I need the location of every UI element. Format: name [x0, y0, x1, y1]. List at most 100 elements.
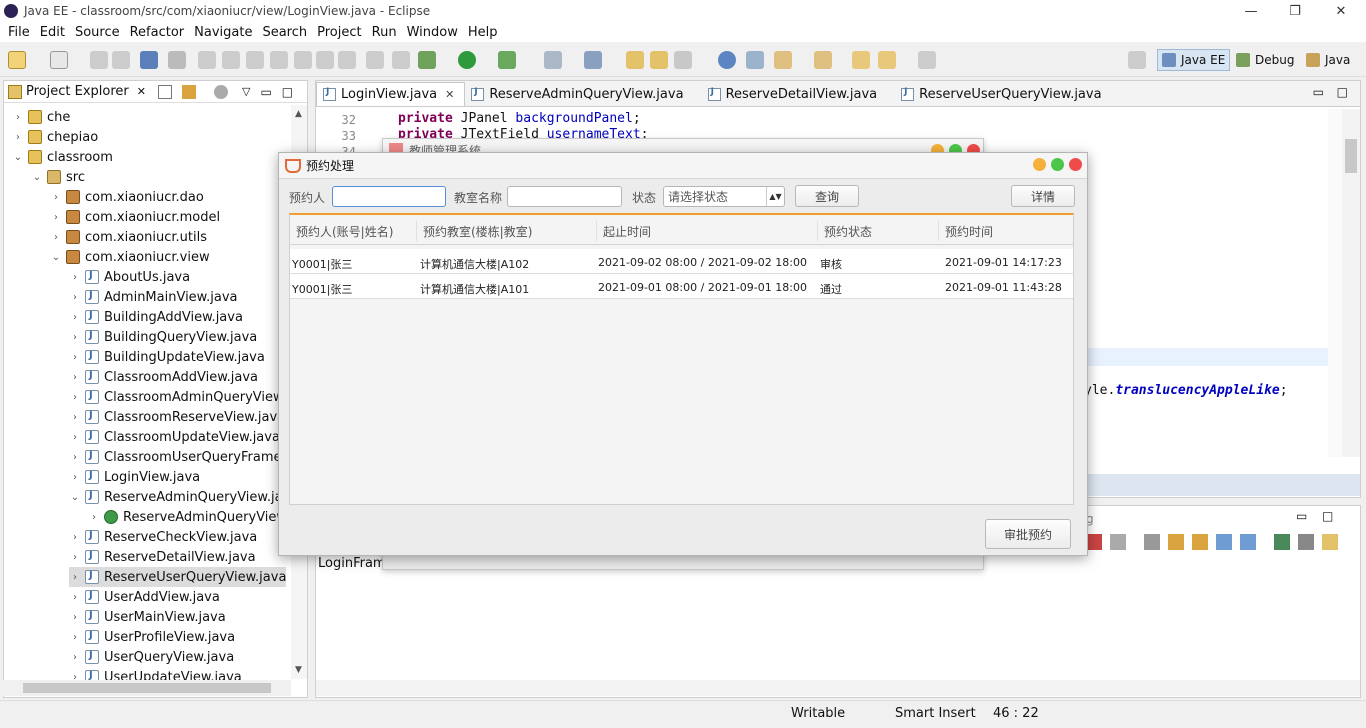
- coverage-icon[interactable]: [498, 51, 516, 69]
- tab-loginview[interactable]: LoginView.java ✕: [316, 82, 466, 106]
- step-return-icon[interactable]: [338, 51, 356, 69]
- collapse-arrow-icon[interactable]: ›: [69, 392, 81, 403]
- collapse-arrow-icon[interactable]: ›: [88, 512, 100, 523]
- tree-item[interactable]: › BuildingUpdateView.java: [69, 347, 265, 367]
- tab-reserveuserqueryview[interactable]: ReserveUserQueryView.java: [895, 82, 1111, 106]
- tree-item[interactable]: › UserProfileView.java: [69, 627, 235, 647]
- dialog-close-dot[interactable]: [1069, 158, 1082, 171]
- tree-item[interactable]: › AdminMainView.java: [69, 287, 238, 307]
- step-over-icon[interactable]: [316, 51, 334, 69]
- menu-refactor[interactable]: Refactor: [130, 25, 185, 40]
- tree-item[interactable]: ⌄ com.xiaoniucr.view: [50, 247, 210, 267]
- collapse-arrow-icon[interactable]: ⌄: [12, 152, 24, 163]
- tree-item[interactable]: › che: [12, 107, 70, 127]
- new-icon[interactable]: [8, 51, 26, 69]
- search-icon[interactable]: [746, 51, 764, 69]
- browser-icon[interactable]: [718, 51, 736, 69]
- collapse-arrow-icon[interactable]: ›: [50, 232, 62, 243]
- collapse-arrow-icon[interactable]: ›: [50, 192, 62, 203]
- query-button[interactable]: 查询: [795, 185, 859, 207]
- approve-reservation-button[interactable]: 审批预约: [985, 519, 1071, 549]
- detail-button[interactable]: 详情: [1011, 185, 1075, 207]
- collapse-arrow-icon[interactable]: ›: [69, 412, 81, 423]
- word-wrap-icon[interactable]: [1192, 534, 1208, 550]
- editor-vscroll[interactable]: [1342, 109, 1360, 457]
- tree-item[interactable]: › com.xiaoniucr.model: [50, 207, 220, 227]
- tree-item[interactable]: › AboutUs.java: [69, 267, 190, 287]
- menu-project[interactable]: Project: [317, 25, 361, 40]
- tree-item[interactable]: ⌄ src: [31, 167, 85, 187]
- remove-launch-icon[interactable]: [1086, 534, 1102, 550]
- tree-item[interactable]: › com.xiaoniucr.utils: [50, 227, 207, 247]
- collapse-arrow-icon[interactable]: ›: [69, 572, 81, 583]
- header-reserver[interactable]: 预约人(账号|姓名): [290, 221, 417, 241]
- show-on-output-icon[interactable]: [1216, 534, 1232, 550]
- collapse-arrow-icon[interactable]: ›: [69, 612, 81, 623]
- resume-icon[interactable]: [198, 51, 216, 69]
- tree-item[interactable]: › UserQueryView.java: [69, 647, 234, 667]
- menu-file[interactable]: File: [8, 25, 30, 40]
- room-name-input[interactable]: [507, 186, 622, 207]
- collapse-arrow-icon[interactable]: ›: [69, 372, 81, 383]
- tree-item[interactable]: › chepiao: [12, 127, 98, 147]
- new-server-icon[interactable]: [584, 51, 602, 69]
- table-row[interactable]: Y0001|张三 计算机通信大楼|A102 2021-09-02 08:00 /…: [290, 249, 1073, 274]
- tree-item[interactable]: › BuildingQueryView.java: [69, 327, 257, 347]
- pin-console-icon[interactable]: [1274, 534, 1290, 550]
- collapse-arrow-icon[interactable]: ›: [69, 292, 81, 303]
- save-icon[interactable]: [90, 51, 108, 69]
- collapse-arrow-icon[interactable]: ›: [69, 452, 81, 463]
- console-hscroll[interactable]: [316, 680, 1360, 696]
- tree-item[interactable]: › ReserveCheckView.java: [69, 527, 257, 547]
- clear-console-icon[interactable]: [1144, 534, 1160, 550]
- tree-item[interactable]: › LoginView.java: [69, 467, 200, 487]
- tree-item[interactable]: › ClassroomAdminQueryView.ja: [69, 387, 298, 407]
- minimize-view-icon[interactable]: ▭: [260, 85, 271, 99]
- collapse-arrow-icon[interactable]: ›: [69, 652, 81, 663]
- perspective-java-ee[interactable]: Java EE: [1157, 49, 1231, 71]
- collapse-arrow-icon[interactable]: ›: [69, 312, 81, 323]
- new-package-icon[interactable]: [50, 51, 68, 69]
- tab-close-icon[interactable]: ✕: [445, 88, 454, 101]
- collapse-arrow-icon[interactable]: ›: [12, 112, 24, 123]
- header-time-range[interactable]: 起止时间: [597, 221, 818, 241]
- menu-run[interactable]: Run: [372, 25, 397, 40]
- console-maximize-icon[interactable]: □: [1322, 509, 1333, 523]
- maximize-view-icon[interactable]: □: [282, 85, 293, 99]
- tree-item[interactable]: › com.xiaoniucr.dao: [50, 187, 204, 207]
- tree-item[interactable]: › UserMainView.java: [69, 607, 226, 627]
- collapse-arrow-icon[interactable]: ›: [69, 592, 81, 603]
- collapse-arrow-icon[interactable]: ›: [12, 132, 24, 143]
- collapse-all-icon[interactable]: [157, 84, 172, 99]
- disconnect-icon[interactable]: [270, 51, 288, 69]
- tree-item[interactable]: › ReserveAdminQueryView: [88, 507, 287, 527]
- tree-item[interactable]: › ClassroomAddView.java: [69, 367, 258, 387]
- dialog-minimize-dot[interactable]: [1033, 158, 1046, 171]
- collapse-arrow-icon[interactable]: ⌄: [31, 172, 43, 183]
- header-reserve-time[interactable]: 预约时间: [939, 221, 1073, 241]
- open-perspective-icon[interactable]: [1128, 51, 1146, 69]
- link-editor-icon[interactable]: [181, 84, 196, 99]
- menu-edit[interactable]: Edit: [40, 25, 65, 40]
- collapse-arrow-icon[interactable]: ›: [69, 352, 81, 363]
- menu-search[interactable]: Search: [262, 25, 307, 40]
- console-minimize-icon[interactable]: ▭: [1296, 509, 1307, 523]
- tree-item[interactable]: ⌄ ReserveAdminQueryView.java: [69, 487, 298, 507]
- view-menu-icon[interactable]: ▽: [242, 85, 250, 98]
- tree-item[interactable]: ⌄ classroom: [12, 147, 113, 167]
- tree-item[interactable]: › ReserveUserQueryView.java: [69, 567, 287, 587]
- menu-window[interactable]: Window: [407, 25, 458, 40]
- tree-hscroll[interactable]: [3, 680, 291, 696]
- collapse-arrow-icon[interactable]: ›: [50, 212, 62, 223]
- tree-item[interactable]: › ReserveDetailView.java: [69, 547, 256, 567]
- use-step-filters-icon[interactable]: [366, 51, 384, 69]
- next-annotation-icon[interactable]: [774, 51, 792, 69]
- open-type-icon[interactable]: [626, 51, 644, 69]
- header-status[interactable]: 预约状态: [818, 221, 939, 241]
- tree-item[interactable]: › ClassroomUserQueryFrame.ja: [69, 447, 297, 467]
- display-console-icon[interactable]: [1298, 534, 1314, 550]
- close-view-icon[interactable]: ✕: [137, 85, 146, 98]
- tab-reserveadminqueryview[interactable]: ReserveAdminQueryView.java: [465, 82, 693, 106]
- scroll-lock-icon[interactable]: [1168, 534, 1184, 550]
- tree-item[interactable]: › UserAddView.java: [69, 587, 220, 607]
